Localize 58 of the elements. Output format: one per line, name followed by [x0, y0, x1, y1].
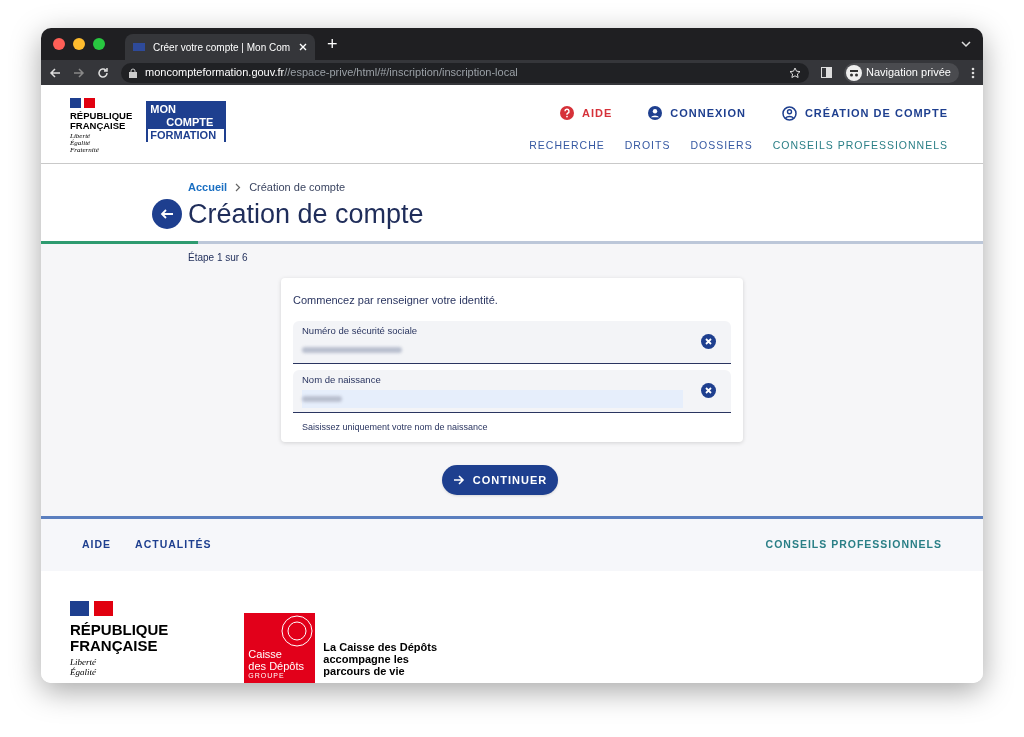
- continue-button[interactable]: CONTINUER: [442, 465, 558, 495]
- input-field[interactable]: Numéro de sécurité sociale: [293, 320, 731, 364]
- reload-icon[interactable]: [97, 66, 109, 79]
- star-icon[interactable]: [789, 66, 801, 79]
- header-link[interactable]: CONNEXION: [648, 104, 746, 122]
- breadcrumb-link[interactable]: Accueil: [188, 178, 228, 196]
- clear-icon[interactable]: [701, 383, 716, 398]
- url-text: moncompteformation.gouv.fr//espace-prive/html/#/inscription/inscription-local: [145, 65, 519, 81]
- marianne-flag-icon: [70, 98, 95, 108]
- tab-title: Créer votre compte | Mon Com: [153, 40, 291, 55]
- seal-icon: [281, 615, 314, 647]
- favicon-icon: [133, 43, 145, 51]
- footer-link[interactable]: CONSEILS PROFESSIONNELS: [765, 537, 942, 553]
- republique-francaise-logo-text: RÉPUBLIQUE FRANÇAISE: [70, 622, 169, 654]
- header-link[interactable]: AIDE: [560, 104, 613, 122]
- arrow-right-icon: [452, 474, 465, 486]
- nav-link[interactable]: DROITS: [624, 138, 671, 154]
- incognito-icon: [846, 64, 862, 81]
- tab-list-icon[interactable]: [961, 40, 971, 48]
- mon-compte-formation-logo[interactable]: MON COMPTE FORMATION: [146, 101, 227, 142]
- tagline-text: La Caisse des Dépôts accompagne les parcours de vie: [323, 641, 438, 679]
- lock-icon: [129, 67, 137, 78]
- breadcrumb-current: Création de compte: [249, 179, 346, 195]
- motto-text: Liberté Égalité: [70, 657, 97, 677]
- forward-icon[interactable]: [73, 66, 85, 79]
- side-panel-icon[interactable]: [821, 67, 832, 78]
- profile-button[interactable]: Navigation privée: [844, 62, 959, 83]
- user-outline-icon: [781, 105, 797, 121]
- help-icon: [560, 106, 574, 120]
- nav-link[interactable]: CONSEILS PROFESSIONNELS: [772, 138, 948, 154]
- close-window-icon[interactable]: [53, 38, 65, 50]
- footer-link[interactable]: ACTUALITÉS: [135, 537, 212, 553]
- page-title: Création de compte: [188, 198, 424, 230]
- back-arrow-button[interactable]: [152, 199, 182, 229]
- hint-text: Saisissez uniquement votre nom de naissance: [301, 420, 489, 434]
- close-tab-icon[interactable]: [299, 43, 307, 51]
- back-icon[interactable]: [49, 66, 61, 79]
- clear-icon[interactable]: [701, 334, 716, 349]
- nav-link[interactable]: RECHERCHE: [529, 138, 605, 154]
- browser-tab[interactable]: Créer votre compte | Mon Com: [125, 34, 315, 60]
- input-field[interactable]: Nom de naissance: [293, 369, 731, 413]
- footer-link[interactable]: AIDE: [82, 537, 112, 553]
- marianne-flag-icon: [70, 601, 113, 616]
- blurred-value: [302, 396, 342, 403]
- user-icon: [648, 106, 663, 120]
- new-tab-button[interactable]: +: [327, 30, 338, 58]
- nav-link[interactable]: DOSSIERS: [690, 138, 753, 154]
- minimize-window-icon[interactable]: [73, 38, 85, 50]
- republique-francaise-logo-text: RÉPUBLIQUE FRANÇAISE: [70, 111, 133, 131]
- intro-text: Commencez par renseigner votre identité.: [293, 293, 499, 308]
- logo-text: Caisse: [248, 648, 283, 660]
- menu-icon[interactable]: [971, 66, 975, 79]
- header-link[interactable]: CRÉATION DE COMPTE: [781, 104, 948, 122]
- chevron-icon: [235, 182, 242, 192]
- maximize-window-icon[interactable]: [93, 38, 105, 50]
- address-bar[interactable]: moncompteformation.gouv.fr//espace-prive/html/#/inscription/inscription-local: [121, 62, 809, 83]
- logo-text: des Dépôts: [248, 660, 305, 672]
- step-text: Étape 1 sur 6: [187, 250, 249, 265]
